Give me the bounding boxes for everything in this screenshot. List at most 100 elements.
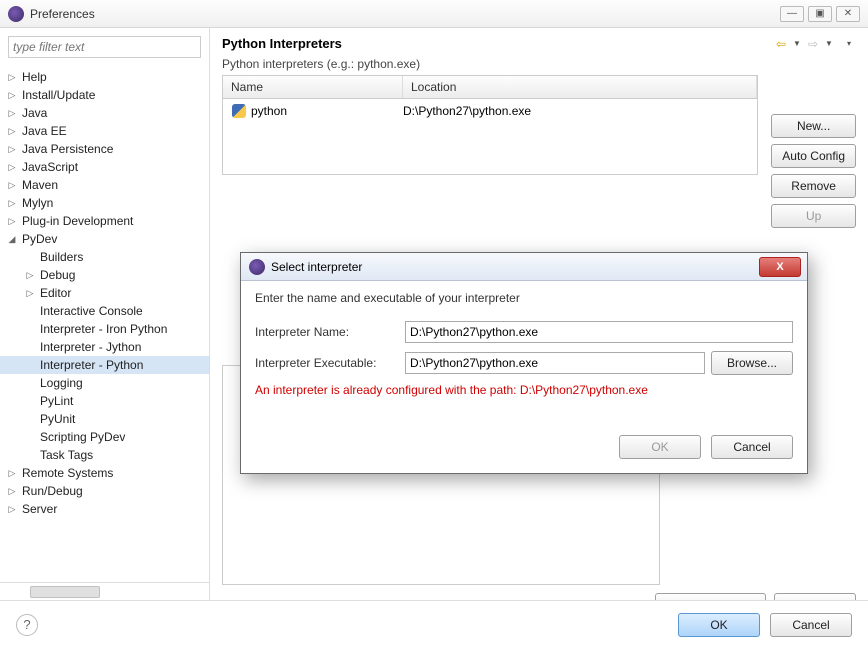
- tree-item[interactable]: Help: [0, 68, 209, 86]
- interpreters-table[interactable]: Name Location python D:\Python27\python.…: [222, 75, 758, 175]
- tree-item[interactable]: PyDev: [0, 230, 209, 248]
- dialog-heading: Enter the name and executable of your in…: [241, 281, 807, 315]
- tree-item-label: Maven: [22, 178, 58, 192]
- tree-item-label: Java: [22, 106, 47, 120]
- help-icon[interactable]: ?: [16, 614, 38, 636]
- tree-item[interactable]: Server: [0, 500, 209, 518]
- tree-item-label: PyDev: [22, 232, 57, 246]
- back-icon[interactable]: ⇦: [774, 37, 788, 51]
- menu-icon[interactable]: ▾: [842, 37, 856, 51]
- interpreter-name-label: Interpreter Name:: [255, 325, 405, 339]
- tree-item[interactable]: Scripting PyDev: [0, 428, 209, 446]
- tree-item-label: Plug-in Development: [22, 214, 133, 228]
- tree-item-label: Help: [22, 70, 47, 84]
- tree-item[interactable]: PyLint: [0, 392, 209, 410]
- tree-item[interactable]: Run/Debug: [0, 482, 209, 500]
- tree-item[interactable]: PyUnit: [0, 410, 209, 428]
- cancel-button[interactable]: Cancel: [770, 613, 852, 637]
- browse-button[interactable]: Browse...: [711, 351, 793, 375]
- tree-item[interactable]: Mylyn: [0, 194, 209, 212]
- tree-item-label: Remote Systems: [22, 466, 113, 480]
- tree-item-label: Install/Update: [22, 88, 95, 102]
- expand-icon[interactable]: [6, 468, 18, 479]
- dialog-ok-button[interactable]: OK: [619, 435, 701, 459]
- tree-item[interactable]: Logging: [0, 374, 209, 392]
- col-name[interactable]: Name: [223, 76, 403, 98]
- tree-item[interactable]: Editor: [0, 284, 209, 302]
- col-location[interactable]: Location: [403, 76, 757, 98]
- expand-icon[interactable]: [24, 288, 36, 299]
- panel-title: Python Interpreters: [222, 36, 342, 51]
- tree-item[interactable]: Builders: [0, 248, 209, 266]
- forward-icon[interactable]: ⇨: [806, 37, 820, 51]
- tree-item[interactable]: Interpreter - Python: [0, 356, 209, 374]
- minimize-button[interactable]: —: [780, 6, 804, 22]
- filter-input[interactable]: [8, 36, 201, 58]
- tree-item[interactable]: JavaScript: [0, 158, 209, 176]
- dialog-close-button[interactable]: X: [759, 257, 801, 277]
- tree-item[interactable]: Remote Systems: [0, 464, 209, 482]
- maximize-button[interactable]: ▣: [808, 6, 832, 22]
- tree-item-label: Interpreter - Python: [40, 358, 143, 372]
- dialog-cancel-button[interactable]: Cancel: [711, 435, 793, 459]
- dialog-title: Select interpreter: [271, 260, 362, 274]
- expand-icon[interactable]: [24, 270, 36, 281]
- tree-item[interactable]: Debug: [0, 266, 209, 284]
- tree-item[interactable]: Java Persistence: [0, 140, 209, 158]
- tree-item[interactable]: Interactive Console: [0, 302, 209, 320]
- forward-menu-icon[interactable]: ▼: [822, 37, 836, 51]
- table-row[interactable]: python D:\Python27\python.exe: [223, 99, 757, 123]
- expand-icon[interactable]: [6, 216, 18, 227]
- dialog-icon: [249, 259, 265, 275]
- tree-item[interactable]: Maven: [0, 176, 209, 194]
- new-button[interactable]: New...: [771, 114, 856, 138]
- select-interpreter-dialog: Select interpreter X Enter the name and …: [240, 252, 808, 474]
- tree-item-label: Debug: [40, 268, 75, 282]
- tree-item[interactable]: Install/Update: [0, 86, 209, 104]
- collapse-icon[interactable]: [6, 234, 18, 245]
- expand-icon[interactable]: [6, 144, 18, 155]
- tree-item[interactable]: Java: [0, 104, 209, 122]
- tree-item-label: Scripting PyDev: [40, 430, 125, 444]
- close-button[interactable]: ✕: [836, 6, 860, 22]
- expand-icon[interactable]: [6, 126, 18, 137]
- interpreter-name-input[interactable]: [405, 321, 793, 343]
- tree-item[interactable]: Plug-in Development: [0, 212, 209, 230]
- back-menu-icon[interactable]: ▼: [790, 37, 804, 51]
- panel-nav: ⇦ ▼ ⇨ ▼ ▾: [774, 37, 856, 51]
- ok-button[interactable]: OK: [678, 613, 760, 637]
- up-button[interactable]: Up: [771, 204, 856, 228]
- tree-item-label: Mylyn: [22, 196, 53, 210]
- dialog-error: An interpreter is already configured wit…: [255, 383, 793, 397]
- tree-item[interactable]: Interpreter - Iron Python: [0, 320, 209, 338]
- tree-item[interactable]: Task Tags: [0, 446, 209, 464]
- row-name: python: [251, 104, 287, 118]
- app-icon: [8, 6, 24, 22]
- expand-icon[interactable]: [6, 90, 18, 101]
- tree-item[interactable]: Java EE: [0, 122, 209, 140]
- tree-item-label: Java Persistence: [22, 142, 113, 156]
- expand-icon[interactable]: [6, 180, 18, 191]
- remove-button[interactable]: Remove: [771, 174, 856, 198]
- auto-config-button[interactable]: Auto Config: [771, 144, 856, 168]
- tree-item-label: Logging: [40, 376, 83, 390]
- tree-item-label: Run/Debug: [22, 484, 83, 498]
- expand-icon[interactable]: [6, 504, 18, 515]
- tree-item-label: PyLint: [40, 394, 73, 408]
- tree-item-label: Editor: [40, 286, 71, 300]
- interpreter-exec-label: Interpreter Executable:: [255, 356, 405, 370]
- row-location: D:\Python27\python.exe: [403, 104, 749, 118]
- preferences-tree[interactable]: Help Install/Update Java Java EE Java Persis…: [0, 66, 209, 582]
- expand-icon[interactable]: [6, 72, 18, 83]
- interpreter-exec-input[interactable]: [405, 352, 705, 374]
- expand-icon[interactable]: [6, 486, 18, 497]
- expand-icon[interactable]: [6, 162, 18, 173]
- sidebar-scrollbar[interactable]: [0, 582, 209, 600]
- expand-icon[interactable]: [6, 198, 18, 209]
- panel-subheading: Python interpreters (e.g.: python.exe): [222, 57, 856, 71]
- tree-item-label: Interpreter - Iron Python: [40, 322, 167, 336]
- tree-item[interactable]: Interpreter - Jython: [0, 338, 209, 356]
- expand-icon[interactable]: [6, 108, 18, 119]
- titlebar: Preferences — ▣ ✕: [0, 0, 868, 28]
- tree-item-label: Server: [22, 502, 57, 516]
